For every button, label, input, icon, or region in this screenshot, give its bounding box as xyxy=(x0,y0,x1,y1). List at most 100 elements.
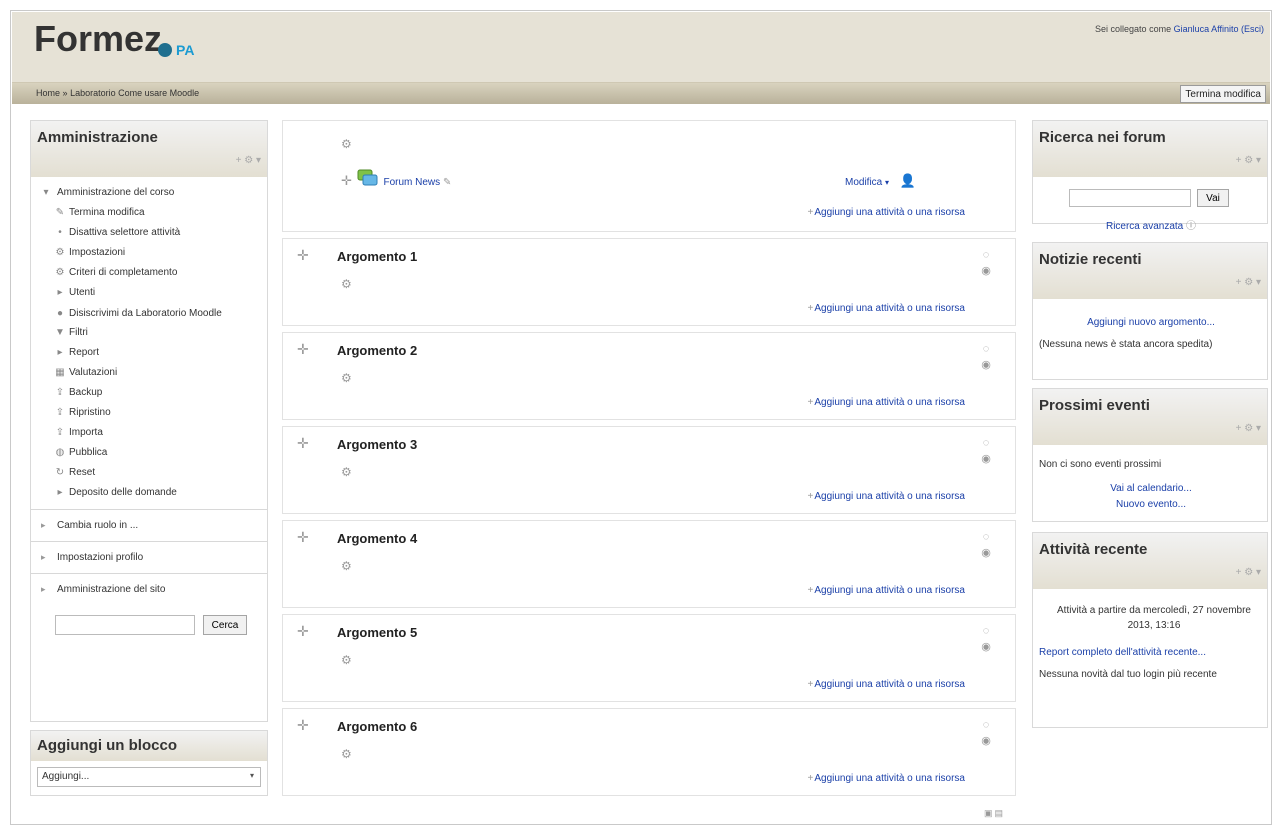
eye-icon[interactable]: ◉ xyxy=(979,357,993,373)
forum-search-button[interactable]: Vai xyxy=(1197,189,1229,207)
move-icon[interactable]: ✛ xyxy=(297,623,309,640)
admin-item-disiscrivimi[interactable]: ● Disiscrivimi da Laboratorio Moodle xyxy=(39,303,267,323)
section-title: Argomento 3 xyxy=(337,437,418,452)
backup-icon: ⇪ xyxy=(55,387,65,398)
news-empty-text: (Nessuna news è stata ancora spedita) xyxy=(1039,339,1213,350)
logo-text: Formez xyxy=(34,18,163,59)
expand-icon: ▸ xyxy=(41,552,46,562)
impostazioni-profilo-node[interactable]: ▸ Impostazioni profilo xyxy=(31,541,267,573)
eye-icon[interactable]: ◉ xyxy=(979,733,993,749)
eye-icon[interactable]: ◉ xyxy=(979,545,993,561)
add-block-select[interactable]: Aggiungi... ▾ xyxy=(37,767,261,787)
eye-icon[interactable]: ◉ xyxy=(979,639,993,655)
breadcrumb: Home » Laboratorio Come usare Moodle xyxy=(36,88,199,98)
move-icon[interactable]: ✛ xyxy=(341,173,352,188)
admin-item-termina-modifica[interactable]: ✎ Termina modifica xyxy=(39,203,267,223)
admin-search-button[interactable]: Cerca xyxy=(203,615,247,635)
gear-icon[interactable]: ⚙ xyxy=(341,559,352,573)
admin-item-criteri[interactable]: ⚙ Criteri di completamento xyxy=(39,263,267,283)
highlight-icon[interactable]: ◌ xyxy=(979,717,993,733)
add-activity-link[interactable]: +Aggiungi una attività o una risorsa xyxy=(808,207,966,218)
highlight-icon[interactable]: ◌ xyxy=(979,529,993,545)
course-section-3: ✛ Argomento 3 ⚙ ◌ ◉ +Aggiungi una attivi… xyxy=(282,426,1016,514)
admin-item-filtri[interactable]: ▼ Filtri xyxy=(39,323,267,343)
admin-item-utenti[interactable]: ▸ Utenti xyxy=(39,283,267,303)
add-block-select-value: Aggiungi... xyxy=(42,771,90,782)
section-controls: ◌ ◉ xyxy=(979,623,993,655)
logout-link[interactable]: (Esci) xyxy=(1241,24,1264,34)
admin-block-header: Amministrazione + ⚙ ▾ xyxy=(31,121,267,177)
modifica-menu[interactable]: Modifica ▾ 👤 xyxy=(845,173,916,189)
gear-icon[interactable]: ⚙ xyxy=(341,747,352,761)
help-icon[interactable]: ⓘ xyxy=(1186,221,1196,232)
termina-modifica-button[interactable]: Termina modifica xyxy=(1180,85,1266,103)
highlight-icon[interactable]: ◌ xyxy=(979,435,993,451)
section-view-toggle-icon[interactable]: ▣▤ xyxy=(984,808,1005,819)
gear-icon[interactable]: ⚙ xyxy=(341,465,352,479)
forum-news-link[interactable]: Forum News xyxy=(383,177,440,188)
highlight-icon[interactable]: ◌ xyxy=(979,341,993,357)
chevron-down-icon: ▾ xyxy=(885,178,890,187)
move-icon[interactable]: ✛ xyxy=(297,435,309,452)
block-controls-icon[interactable]: + ⚙ ▾ xyxy=(236,155,261,166)
admin-item-deposito[interactable]: ▸ Deposito delle domande xyxy=(39,483,267,503)
breadcrumb-home[interactable]: Home xyxy=(36,88,60,98)
gear-icon[interactable]: ⚙ xyxy=(341,137,352,151)
navbar: Home » Laboratorio Come usare Moodle Ter… xyxy=(12,82,1270,104)
chevron-down-icon: ▾ xyxy=(249,771,254,780)
admin-item-reset[interactable]: ↻ Reset xyxy=(39,463,267,483)
course-section-6: ✛ Argomento 6 ⚙ ◌ ◉ +Aggiungi una attivi… xyxy=(282,708,1016,796)
highlight-icon[interactable]: ◌ xyxy=(979,623,993,639)
add-activity-link[interactable]: +Aggiungi una attività o una risorsa xyxy=(808,585,966,596)
gear-icon[interactable]: ⚙ xyxy=(341,653,352,667)
add-block-header: Aggiungi un blocco xyxy=(31,731,267,761)
bullet-icon: • xyxy=(58,227,62,238)
add-activity-link[interactable]: +Aggiungi una attività o una risorsa xyxy=(808,773,966,784)
amministrazione-sito-node[interactable]: ▸ Amministrazione del sito xyxy=(31,573,267,605)
add-activity-link[interactable]: +Aggiungi una attività o una risorsa xyxy=(808,679,966,690)
admin-item-ripristino[interactable]: ⇪ Ripristino xyxy=(39,403,267,423)
add-activity-link[interactable]: +Aggiungi una attività o una risorsa xyxy=(808,491,966,502)
highlight-icon[interactable]: ◌ xyxy=(979,247,993,263)
move-icon[interactable]: ✛ xyxy=(297,529,309,546)
move-icon[interactable]: ✛ xyxy=(297,247,309,264)
block-controls-icon[interactable]: + ⚙ ▾ xyxy=(1236,277,1261,288)
calendar-link[interactable]: Vai al calendario... xyxy=(1033,483,1269,494)
move-icon[interactable]: ✛ xyxy=(297,717,309,734)
admin-block-title: Amministrazione xyxy=(37,129,158,146)
events-block: Prossimi eventi + ⚙ ▾ Non ci sono eventi… xyxy=(1032,388,1268,522)
full-report-link[interactable]: Report completo dell'attività recente... xyxy=(1039,647,1267,658)
section-controls: ◌ ◉ xyxy=(979,247,993,279)
admin-item-importa[interactable]: ⇪ Importa xyxy=(39,423,267,443)
block-controls-icon[interactable]: + ⚙ ▾ xyxy=(1236,423,1261,434)
gear-icon[interactable]: ⚙ xyxy=(341,371,352,385)
eye-icon[interactable]: ◉ xyxy=(979,263,993,279)
user-profile-link[interactable]: Gianluca Affinito xyxy=(1174,24,1239,34)
recent-activity-block: Attività recente + ⚙ ▾ Attività a partir… xyxy=(1032,532,1268,728)
block-controls-icon[interactable]: + ⚙ ▾ xyxy=(1236,567,1261,578)
admin-item-pubblica[interactable]: ◍ Pubblica xyxy=(39,443,267,463)
admin-item-disattiva-selettore[interactable]: • Disattiva selettore attività xyxy=(39,223,267,243)
eye-icon[interactable]: ◉ xyxy=(979,451,993,467)
add-news-link[interactable]: Aggiungi nuovo argomento... xyxy=(1033,317,1269,328)
new-event-link[interactable]: Nuovo evento... xyxy=(1033,499,1269,510)
user-roles-icon[interactable]: 👤 xyxy=(900,173,916,188)
site-logo[interactable]: Formez PA xyxy=(34,18,194,60)
gear-icon[interactable]: ⚙ xyxy=(341,277,352,291)
admin-search-input[interactable] xyxy=(55,615,195,635)
gear-icon: ⚙ xyxy=(55,267,65,278)
admin-item-backup[interactable]: ⇪ Backup xyxy=(39,383,267,403)
edit-pencil-icon[interactable]: ✎ xyxy=(443,177,451,188)
move-icon[interactable]: ✛ xyxy=(297,341,309,358)
admin-item-report[interactable]: ▸ Report xyxy=(39,343,267,363)
admin-item-valutazioni[interactable]: ▦ Valutazioni xyxy=(39,363,267,383)
admin-course-node[interactable]: ▾ Amministrazione del corso xyxy=(39,183,267,203)
advanced-search-link[interactable]: Ricerca avanzata xyxy=(1106,221,1183,232)
block-controls-icon[interactable]: + ⚙ ▾ xyxy=(1236,155,1261,166)
add-activity-link[interactable]: +Aggiungi una attività o una risorsa xyxy=(808,397,966,408)
add-activity-link[interactable]: +Aggiungi una attività o una risorsa xyxy=(808,303,966,314)
forum-search-input[interactable] xyxy=(1069,189,1191,207)
breadcrumb-course[interactable]: Laboratorio Come usare Moodle xyxy=(70,88,199,98)
cambia-ruolo-node[interactable]: ▸ Cambia ruolo in ... xyxy=(31,509,267,541)
admin-item-impostazioni[interactable]: ⚙ Impostazioni xyxy=(39,243,267,263)
